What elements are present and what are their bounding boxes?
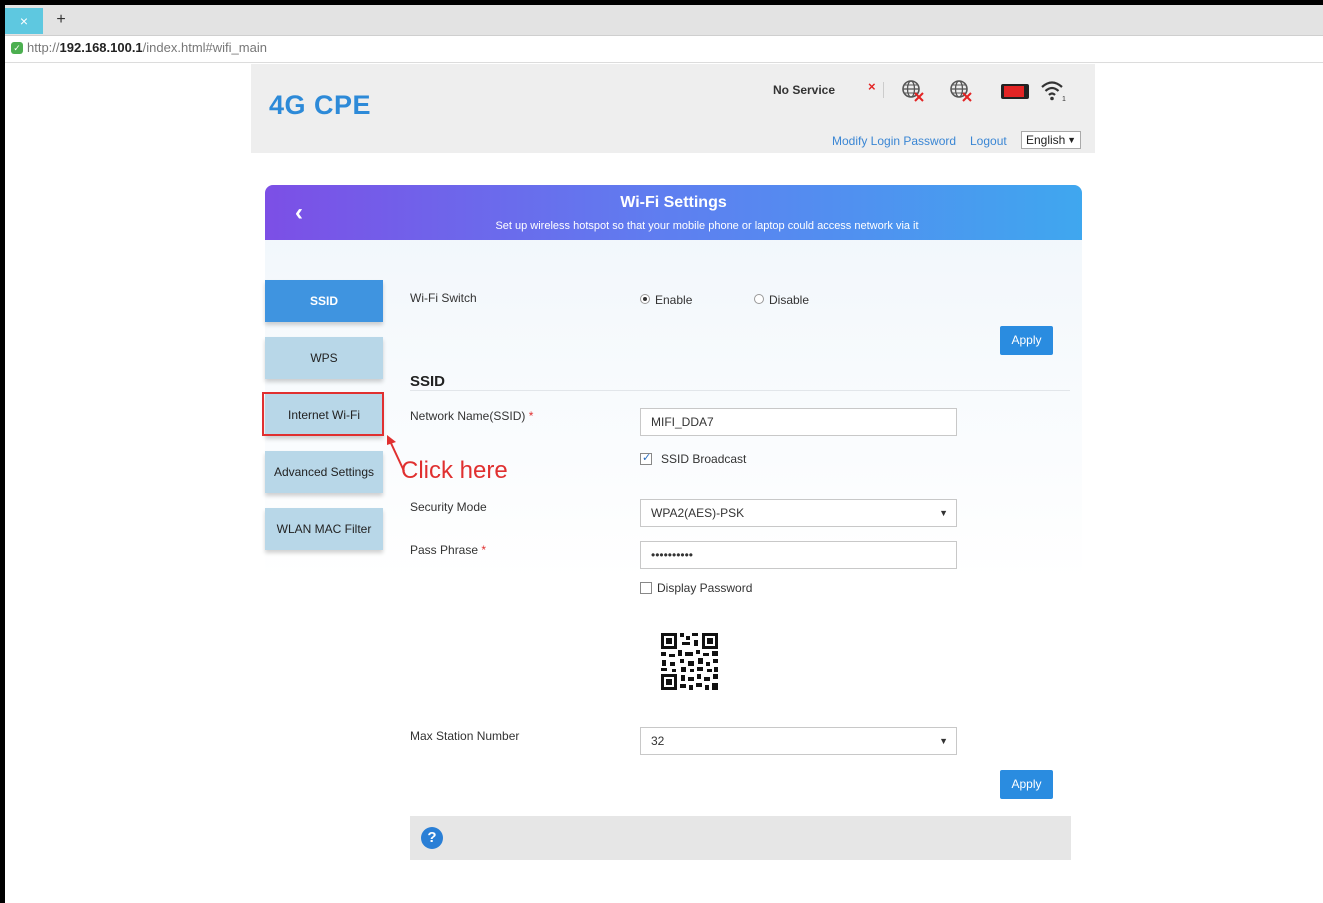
router-header: 4G CPE No Service × 1 Modify Login Passw… [251,64,1095,153]
brand-logo: 4G CPE [269,90,372,120]
signal-none-icon: × [868,79,876,94]
svg-text:1: 1 [1062,96,1066,103]
help-icon[interactable]: ? [421,827,443,849]
pass-phrase-label-text: Pass Phrase [410,543,479,557]
ssid-broadcast-checkbox[interactable] [640,451,652,465]
internet-disconnected-icon [950,80,972,102]
wifi-qr-code-icon [640,612,740,712]
network-status-text: No Service [773,83,836,97]
display-password-label: Display Password [657,581,753,595]
settings-banner: ‹ Wi-Fi Settings Set up wireless hotspot… [265,185,1082,240]
highlight-box [262,392,384,436]
wifi-icon: 1 [1041,81,1066,103]
ssid-broadcast-label: SSID Broadcast [661,452,747,466]
disable-radio[interactable] [754,294,764,304]
logout-link[interactable]: Logout [970,134,1007,148]
chevron-down-icon: ▼ [939,736,948,746]
tab-bar: × + [5,5,1323,36]
network-name-label-text: Network Name(SSID) [410,409,526,423]
max-station-select[interactable]: 32 ▼ [640,727,957,755]
url-path: /index.html#wifi_main [142,40,267,55]
network-name-label: Network Name(SSID) * [410,409,533,423]
required-mark: * [481,543,487,557]
wifi-settings-panel: ‹ Wi-Fi Settings Set up wireless hotspot… [262,185,1082,903]
help-bar: ? [410,816,1071,860]
address-bar[interactable]: ✓ http://192.168.100.1/index.html#wifi_m… [5,36,1323,63]
sidebar-item-ssid[interactable]: SSID [265,280,383,322]
security-mode-select[interactable]: WPA2(AES)-PSK ▼ [640,499,957,527]
url-scheme: http:// [27,40,60,55]
browser-window: × + ✓ http://192.168.100.1/index.html#wi… [5,5,1323,903]
language-value: English [1026,133,1066,147]
pass-phrase-input[interactable]: •••••••••• [640,541,957,569]
required-mark: * [528,409,534,423]
max-station-label: Max Station Number [410,729,520,743]
apply-switch-button[interactable]: Apply [1000,326,1053,355]
url-text[interactable]: http://192.168.100.1/index.html#wifi_mai… [27,40,267,55]
disable-label: Disable [769,293,810,307]
sidebar-item-wlan-mac-filter[interactable]: WLAN MAC Filter [265,508,383,550]
wifi-switch-label: Wi-Fi Switch [410,291,477,305]
chevron-down-icon: ▼ [1067,135,1076,145]
network-disconnected-icon [902,80,924,102]
chevron-down-icon: ▼ [939,508,948,518]
close-tab-icon[interactable]: × [5,8,43,34]
modify-login-password-link[interactable]: Modify Login Password [832,134,956,148]
page-title: Wi-Fi Settings [620,194,727,211]
apply-ssid-button[interactable]: Apply [1000,770,1053,799]
pass-phrase-label: Pass Phrase * [410,543,486,557]
security-mode-value: WPA2(AES)-PSK [651,506,745,520]
sidebar-item-advanced-settings[interactable]: Advanced Settings [265,451,383,493]
url-host: 192.168.100.1 [59,40,143,55]
enable-radio[interactable] [640,294,650,304]
sidebar-item-wps[interactable]: WPS [265,337,383,379]
max-station-value: 32 [651,734,665,748]
display-password-checkbox[interactable] [640,582,652,594]
page-subtitle: Set up wireless hotspot so that your mob… [495,220,919,232]
battery-icon [1001,84,1029,99]
language-select[interactable]: English ▼ [1021,131,1081,149]
new-tab-button[interactable]: + [53,8,69,34]
security-shield-icon: ✓ [11,42,23,54]
network-name-input[interactable]: MIFI_DDA7 [640,408,957,436]
enable-label: Enable [655,293,693,307]
section-divider [410,390,1070,391]
security-mode-label: Security Mode [410,500,487,514]
click-here-annotation: Click here [401,457,508,484]
status-divider [883,82,884,98]
ssid-section-title: SSID [410,373,446,390]
